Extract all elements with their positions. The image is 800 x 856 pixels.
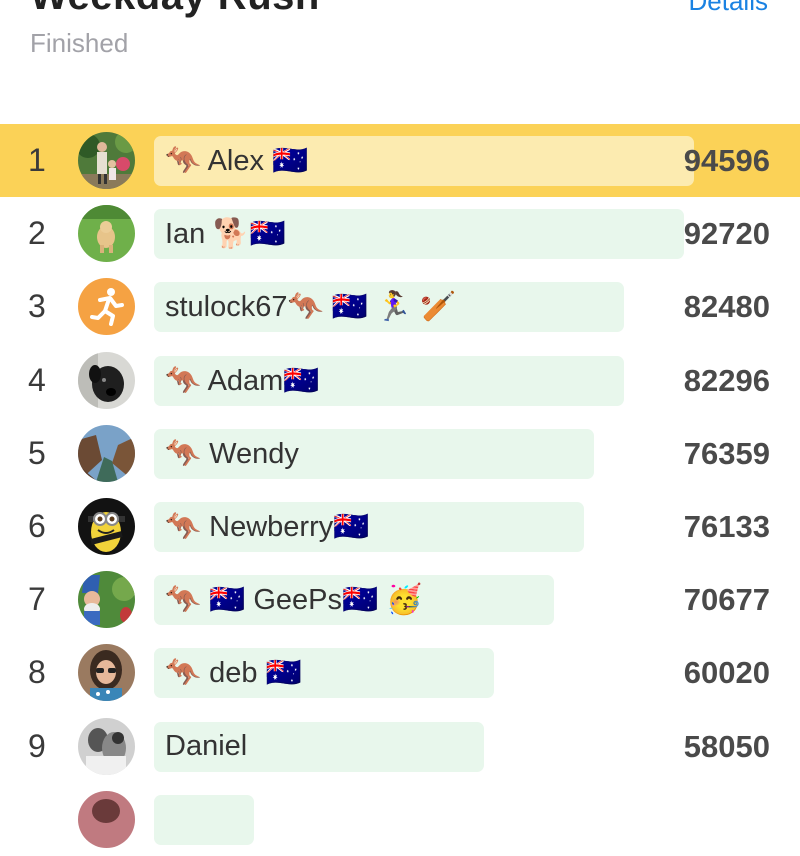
rank-number: 1 (28, 142, 46, 178)
avatar[interactable] (78, 132, 135, 189)
player-score: 70677 (683, 582, 770, 618)
player-name: 🦘 Wendy (165, 437, 299, 470)
player-name: Ian 🐕🇦🇺 (165, 218, 286, 251)
score-bar: 🦘 🇦🇺 GeePs🇦🇺 🥳 (154, 575, 554, 626)
leaderboard-row[interactable]: 7 🦘 🇦🇺 GeePs🇦🇺 🥳 70677 (0, 563, 800, 636)
leaderboard-row[interactable]: 4 🦘 Adam🇦🇺 82296 (0, 344, 800, 417)
rank-number: 4 (28, 361, 46, 398)
score-bar: 🦘 Alex 🇦🇺 (154, 136, 694, 186)
player-name: 🦘 Adam🇦🇺 (165, 364, 320, 397)
avatar[interactable] (78, 571, 135, 629)
avatar[interactable] (78, 497, 135, 555)
score-bar: 🦘 deb 🇦🇺 (154, 648, 494, 699)
player-name: Daniel (165, 730, 248, 762)
leaderboard-row[interactable]: 8 🦘 deb 🇦🇺 60020 (0, 636, 800, 709)
rank-number: 8 (28, 654, 46, 691)
avatar[interactable] (78, 790, 135, 848)
rank-number: 2 (28, 215, 46, 252)
avatar[interactable] (78, 424, 135, 482)
leaderboard-row[interactable]: 1 🦘 Alex 🇦🇺 94596 (0, 124, 800, 198)
leaderboard-row[interactable]: 3 stulock67🦘 🇦🇺 🏃‍♀️ 🏏 82480 (0, 270, 800, 343)
player-score: 76133 (683, 508, 770, 544)
player-score: 82296 (683, 362, 770, 398)
avatar[interactable] (78, 205, 135, 263)
rank-number: 3 (28, 288, 46, 325)
player-name: stulock67🦘 🇦🇺 🏃‍♀️ 🏏 (165, 291, 457, 324)
player-name: 🦘 🇦🇺 GeePs🇦🇺 🥳 (165, 584, 423, 617)
player-score: 94596 (683, 143, 770, 178)
leaderboard-row[interactable]: 5 🦘 Wendy 76359 (0, 417, 800, 490)
avatar[interactable] (78, 351, 135, 409)
score-bar (154, 794, 254, 845)
leaderboard-row[interactable]: 6 🦘 Newberry🇦🇺 76133 (0, 490, 800, 563)
score-bar: Daniel (154, 721, 484, 772)
avatar[interactable] (78, 644, 135, 702)
avatar[interactable] (78, 717, 135, 775)
player-name: 🦘 Alex 🇦🇺 (165, 145, 309, 177)
player-score: 92720 (683, 216, 770, 252)
player-name: 🦘 Newberry🇦🇺 (165, 510, 370, 543)
score-bar: 🦘 Newberry🇦🇺 (154, 501, 584, 552)
score-bar: Ian 🐕🇦🇺 (154, 209, 684, 260)
page-title: Weekday Rush (30, 0, 320, 19)
rank-number: 9 (28, 727, 46, 764)
player-score: 82480 (683, 289, 770, 325)
player-name: 🦘 deb 🇦🇺 (165, 657, 302, 690)
avatar[interactable] (78, 278, 135, 336)
status-text: Finished (30, 28, 129, 58)
leaderboard-row[interactable]: 9 Daniel 58050 (0, 710, 800, 783)
details-link[interactable]: Details (689, 0, 768, 17)
player-score: 58050 (683, 728, 770, 764)
score-bar: 🦘 Wendy (154, 428, 594, 479)
rank-number: 5 (28, 434, 46, 471)
leaderboard: 1 🦘 Alex 🇦🇺 94596 2 Ian 🐕🇦🇺 92720 3 stulock67🦘 … (0, 124, 800, 856)
score-bar: 🦘 Adam🇦🇺 (154, 355, 624, 406)
leaderboard-row[interactable] (0, 783, 800, 856)
score-bar: stulock67🦘 🇦🇺 🏃‍♀️ 🏏 (154, 282, 624, 333)
player-score: 60020 (683, 655, 770, 691)
leaderboard-row[interactable]: 2 Ian 🐕🇦🇺 92720 (0, 197, 800, 270)
rank-number: 7 (28, 581, 46, 618)
player-score: 76359 (683, 435, 770, 471)
rank-number: 6 (28, 507, 46, 544)
